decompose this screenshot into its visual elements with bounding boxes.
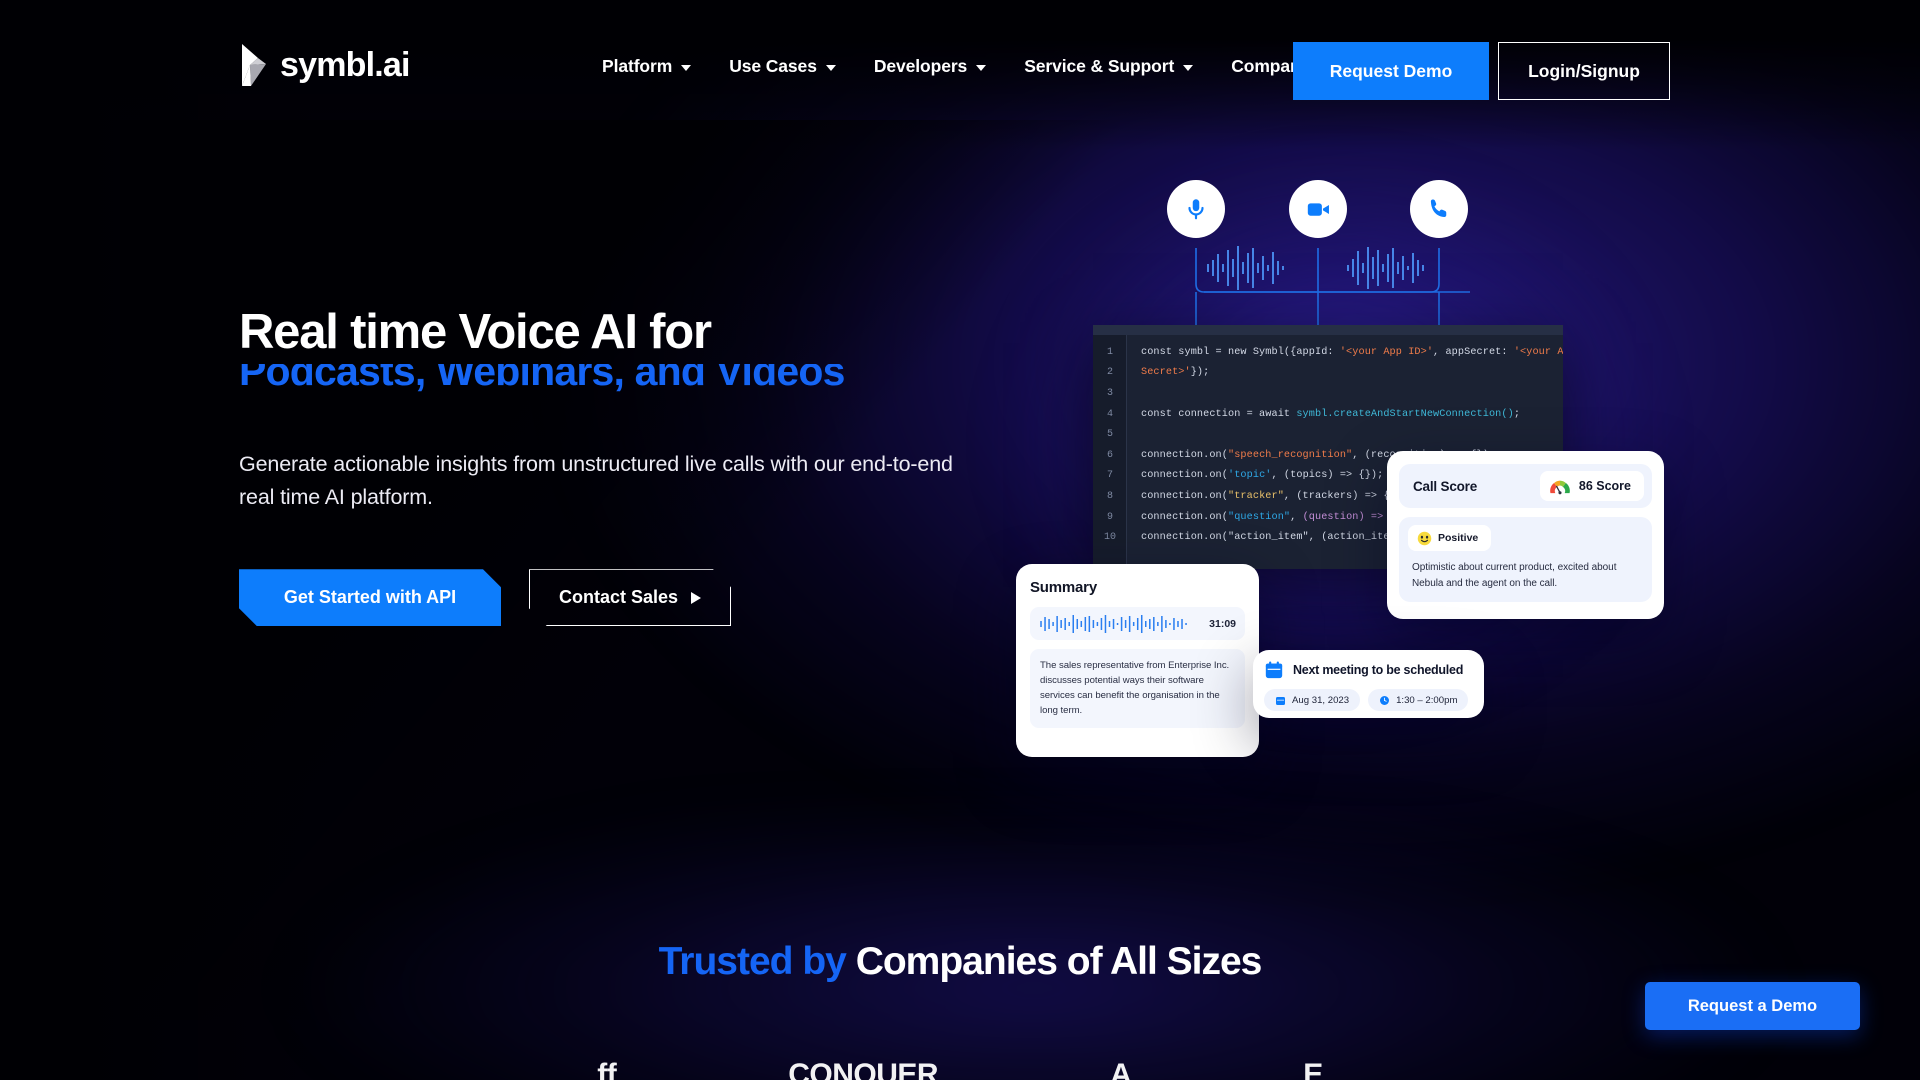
call-score-value: 86 Score [1578,479,1631,493]
call-score-card: Call Score 86 Score Positive Optimistic … [1387,451,1664,619]
code-line-text: connection.on("tracker", (trackers) => {… [1141,490,1409,502]
client-logo: A [1110,1058,1132,1080]
nav-item-use-cases[interactable]: Use Cases [710,56,855,77]
code-line-number: 8 [1106,490,1113,502]
calendar-small-icon [1276,696,1285,705]
hero-section: Real time Voice AI for Podcasts, Webinar… [239,305,999,626]
meeting-time-chip: 1:30 – 2:00pm [1368,689,1469,711]
trusted-section: Trusted by Companies of All Sizes [0,940,1920,984]
microphone-icon [1188,199,1204,220]
summary-duration: 31:09 [1209,617,1236,630]
meeting-title: Next meeting to be scheduled [1293,663,1464,677]
nav-item-developers[interactable]: Developers [855,56,1005,77]
code-line-row: 2 Secret>'}); [1107,363,1563,384]
code-line-number: 1 [1106,346,1113,358]
hero-headline-line1: Real time Voice AI for [239,305,712,359]
client-logo: CONQUER [788,1058,939,1080]
code-line-number: 2 [1106,367,1113,379]
phone-source-icon [1410,180,1468,238]
call-score-label: Call Score [1413,478,1478,494]
code-line-number: 6 [1106,449,1113,461]
trusted-heading-accent: Trusted by [658,940,847,983]
code-line-text: const symbl = new Symbl({appId: '<your A… [1141,346,1563,358]
sentiment-text: Optimistic about current product, excite… [1412,562,1617,589]
nav-label: Platform [602,56,673,76]
floating-request-demo-button[interactable]: Request a Demo [1645,982,1860,1030]
chevron-down-icon [681,64,692,71]
audio-waveform-icon [1040,614,1187,633]
phone-icon [1430,199,1447,218]
hero-headline-rotating-text: Podcasts, Webinars, and Videos [239,363,845,394]
nav-item-service-support[interactable]: Service & Support [1005,56,1212,77]
calendar-icon [1265,661,1283,679]
hero-visual: 1 const symbl = new Symbl({appId: '<your … [1000,160,1800,780]
chevron-down-icon [825,64,836,71]
video-source-icon [1289,180,1347,238]
microphone-source-icon [1167,180,1225,238]
summary-title: Summary [1030,579,1097,596]
request-demo-button[interactable]: Request Demo [1293,42,1489,100]
client-logo: ff [597,1058,617,1080]
sentiment-label: Positive [1438,532,1479,544]
page-root: symbl.ai Platform Use Cases Developers S… [0,0,1920,1080]
trusted-heading-rest: Companies of All Sizes [845,940,1263,983]
brand-name: symbl.ai [280,46,410,84]
meeting-header: Next meeting to be scheduled [1264,660,1473,680]
summary-text-box: The sales representative from Enterprise… [1030,649,1245,728]
chevron-down-icon [976,64,987,71]
hero-headline-line2: Podcasts, Webinars, and Videos [239,364,999,396]
symbl-shard-icon [242,44,266,86]
meeting-time: 1:30 – 2:00pm [1396,694,1458,706]
sentiment-pill: Positive [1408,525,1491,551]
nav-label: Service & Support [1024,56,1175,76]
summary-text: The sales representative from Enterprise… [1040,660,1230,717]
meeting-date-chip: Aug 31, 2023 [1264,689,1361,711]
code-line-number: 9 [1106,511,1113,523]
call-score-row: Call Score 86 Score [1399,464,1652,508]
code-line-row: 3 [1107,383,1563,404]
code-line-row: 5 [1107,424,1563,445]
clock-icon [1380,695,1390,705]
nav-item-platform[interactable]: Platform [583,56,710,77]
brand-logo[interactable]: symbl.ai [239,44,410,86]
meeting-chips: Aug 31, 2023 1:30 – 2:00pm [1264,689,1473,711]
code-line-number: 3 [1106,387,1113,399]
smiley-face-icon [1417,531,1432,545]
code-line-number: 10 [1103,532,1116,544]
hero-cta-row: Get Started with API Contact Sales [239,569,999,626]
get-started-with-api-button[interactable]: Get Started with API [239,569,501,626]
login-signup-button[interactable]: Login/Signup [1498,42,1670,100]
score-pill: 86 Score [1539,471,1644,501]
code-line-text: connection.on("question", (question) => … [1141,511,1415,523]
code-line-text: connection.on("action_item", (action_ite… [1141,532,1415,544]
main-nav: Platform Use Cases Developers Service & … [583,56,1348,77]
trusted-heading: Trusted by Companies of All Sizes [0,940,1920,984]
meeting-date: Aug 31, 2023 [1292,694,1350,706]
hero-subtext: Generate actionable insights from unstru… [239,451,953,509]
video-camera-icon [1307,202,1329,216]
code-line-number: 5 [1106,429,1113,441]
code-line-row: 1 const symbl = new Symbl({appId: '<your … [1107,342,1563,363]
code-line-number: 7 [1106,470,1113,482]
nav-label: Use Cases [729,56,817,76]
client-logos-row: ff CONQUER A E [0,1055,1920,1080]
arrow-right-icon [691,592,701,604]
next-meeting-card: Next meeting to be scheduled Aug 31, 202… [1253,650,1484,718]
summary-card: Summary 31:09 The sales representative f… [1016,564,1259,757]
code-line-number: 4 [1106,408,1113,420]
contact-sales-button[interactable]: Contact Sales [529,569,731,626]
code-line-text: Secret>'}); [1141,367,1210,379]
nav-label: Developers [873,56,968,76]
summary-audio-row[interactable]: 31:09 [1030,607,1245,640]
chevron-down-icon [1183,64,1194,71]
speedometer-gauge-icon [1550,480,1570,494]
contact-sales-label: Contact Sales [558,587,679,608]
site-header: symbl.ai Platform Use Cases Developers S… [0,0,1920,125]
sentiment-box: Positive Optimistic about current produc… [1399,517,1652,602]
code-line-text: const connection = await symbl.createAnd… [1141,408,1521,420]
client-logo: E [1303,1058,1323,1080]
code-line-row: 4 const connection = await symbl.createAn… [1107,404,1563,425]
code-line-text: connection.on('topic', (topics) => {}); [1141,470,1384,482]
